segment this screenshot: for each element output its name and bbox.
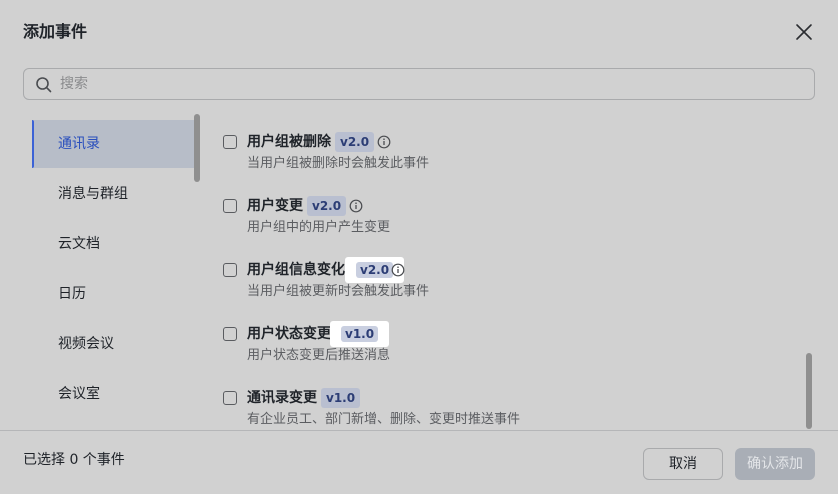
event-list: 用户组被删除 v2.0 当用户组被删除时会触发此事件 用户变更 v2.0 用户组… xyxy=(222,120,802,430)
info-icon[interactable] xyxy=(349,199,363,213)
event-checkbox[interactable] xyxy=(223,135,237,149)
search-box xyxy=(23,68,815,100)
event-name: 用户组信息变化 xyxy=(247,262,345,278)
event-name: 用户变更 xyxy=(247,198,303,214)
version-badge-text: v2.0 xyxy=(356,262,394,278)
version-badge-text: v1.0 xyxy=(341,326,379,342)
event-description: 有企业员工、部门新增、删除、变更时推送事件 xyxy=(247,412,521,427)
event-item: 用户状态变更 v1.0 用户状态变更后推送消息 xyxy=(222,312,802,368)
event-item: 通讯录变更 v1.0 有企业员工、部门新增、删除、变更时推送事件 xyxy=(222,376,802,430)
info-icon[interactable] xyxy=(391,263,405,277)
event-checkbox[interactable] xyxy=(223,327,237,341)
version-badge: v1.0 xyxy=(321,388,361,408)
sidebar-item-cloud-docs[interactable]: 云文档 xyxy=(32,220,195,268)
event-item: 用户组信息变化 v2.0 当用户组被更新时会触发此事件 xyxy=(222,248,802,304)
version-badge: v2.0 xyxy=(307,196,347,216)
version-badge: v2.0 xyxy=(335,132,375,152)
search-icon xyxy=(36,77,52,93)
category-sidebar: 通讯录 消息与群组 云文档 日历 视频会议 会议室 xyxy=(32,120,195,430)
event-checkbox[interactable] xyxy=(223,391,237,405)
cancel-button[interactable]: 取消 xyxy=(643,448,723,480)
confirm-add-button[interactable]: 确认添加 xyxy=(735,448,815,480)
event-checkbox[interactable] xyxy=(223,263,237,277)
sidebar-item-calendar[interactable]: 日历 xyxy=(32,270,195,318)
sidebar-item-meeting-room[interactable]: 会议室 xyxy=(32,370,195,418)
sidebar-item-contacts[interactable]: 通讯录 xyxy=(32,120,195,168)
event-item: 用户组被删除 v2.0 当用户组被删除时会触发此事件 xyxy=(222,120,802,176)
event-checkbox[interactable] xyxy=(223,199,237,213)
dialog-title: 添加事件 xyxy=(23,22,88,41)
selected-count: 已选择 0 个事件 xyxy=(23,452,125,468)
event-item: 用户变更 v2.0 用户组中的用户产生变更 xyxy=(222,184,802,240)
info-icon[interactable] xyxy=(377,135,391,149)
event-name: 通讯录变更 xyxy=(247,390,317,406)
event-name: 用户状态变更 xyxy=(247,326,331,342)
event-description: 用户状态变更后推送消息 xyxy=(247,348,391,363)
event-description: 用户组中的用户产生变更 xyxy=(247,220,391,235)
add-event-dialog: 添加事件 通讯录 消息与群组 云文档 日历 视频会议 会议室 用户组被删除 v2… xyxy=(0,0,838,494)
event-list-scrollbar[interactable] xyxy=(806,353,812,429)
sidebar-item-messages-groups[interactable]: 消息与群组 xyxy=(32,170,195,218)
sidebar-item-video-meeting[interactable]: 视频会议 xyxy=(32,320,195,368)
close-icon[interactable] xyxy=(794,22,814,42)
version-badge: v1.0 xyxy=(330,321,390,347)
search-input[interactable] xyxy=(60,69,800,99)
event-description: 当用户组被更新时会触发此事件 xyxy=(247,284,430,299)
event-name: 用户组被删除 xyxy=(247,134,331,150)
sidebar-scrollbar[interactable] xyxy=(194,114,200,182)
footer-divider xyxy=(0,430,838,431)
event-description: 当用户组被删除时会触发此事件 xyxy=(247,156,430,171)
